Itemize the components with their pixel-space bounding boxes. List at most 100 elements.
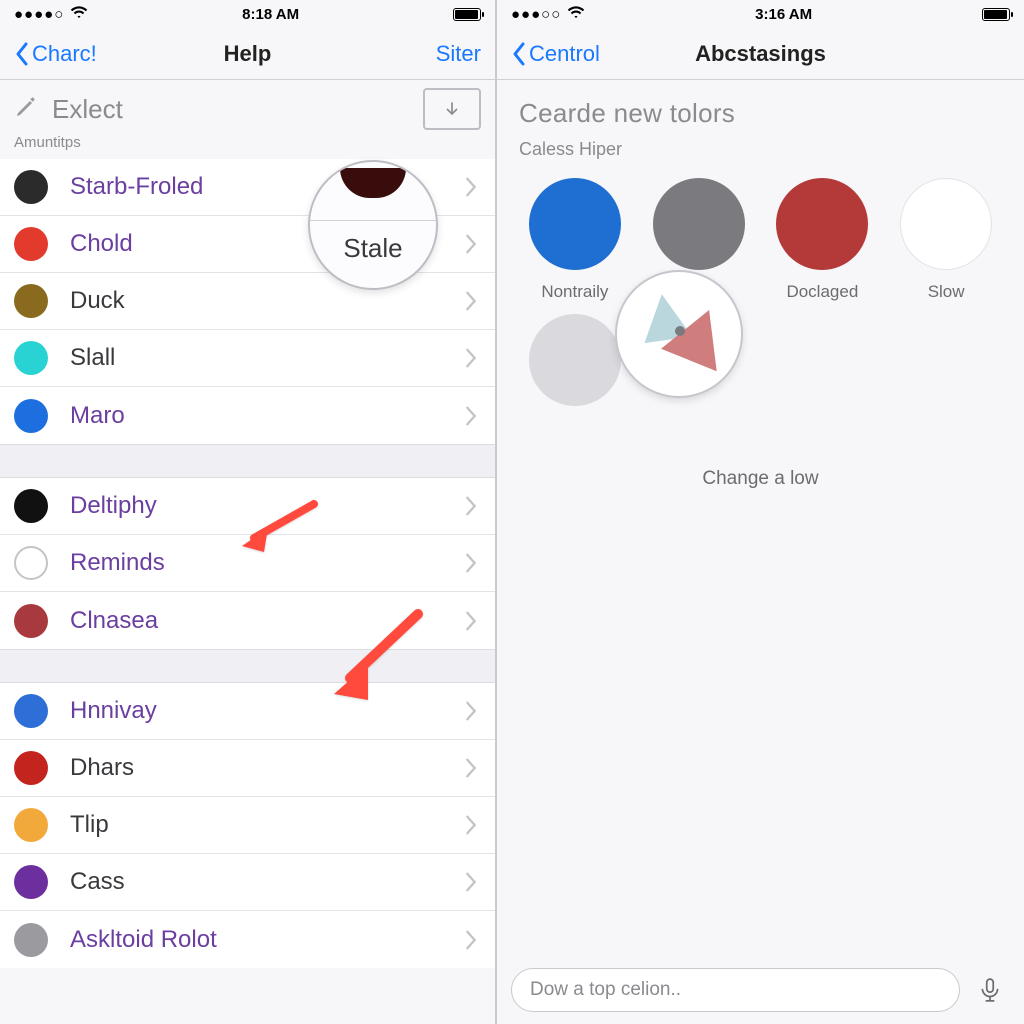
palette-item-red[interactable]: Doclaged [761,178,885,302]
color-swatch-icon [14,284,48,318]
color-swatch-icon [14,751,48,785]
left-phone: ●●●●○ 8:18 AM Charc! Help Siter Exlect [0,0,497,1024]
list-item-deltiphy[interactable]: Deltiphy [0,478,495,535]
list-item-label: Askltoid Rolot [70,926,217,954]
palette-label: Slow [928,282,965,302]
list-group-3: Hnnivay Dhars Tlip Cass Askltoid Rolot [0,683,495,968]
right-phone: ●●●○○ 3:16 AM Centrol Abcstasings Cearde… [497,0,1024,1024]
chevron-right-icon [465,290,477,312]
section-gap [0,649,495,683]
status-bar: ●●●○○ 3:16 AM [497,0,1024,28]
section-heading: Cearde new tolors [497,80,1024,135]
list-item-slall[interactable]: Slall [0,330,495,387]
list-item-label: Hnnivay [70,697,157,725]
list-item-clnasea[interactable]: Clnasea [0,592,495,649]
color-swatch-icon [14,489,48,523]
color-wheel-bubble [615,270,743,398]
signal-dots-icon: ●●●●○ [14,6,64,23]
chevron-right-icon [465,610,477,632]
status-time: 3:16 AM [755,6,812,23]
color-swatch-icon [900,178,992,270]
list-item-label: Starb-Froled [70,173,203,201]
chevron-right-icon [465,347,477,369]
list-item-label: Maro [70,402,125,430]
list-item-reminds[interactable]: Reminds [0,535,495,592]
color-swatch-icon [653,178,745,270]
pencil-icon[interactable] [14,95,38,124]
palette-label: Doclaged [786,282,858,302]
chevron-right-icon [465,814,477,836]
color-swatch-icon [14,865,48,899]
sort-button[interactable] [423,88,481,130]
status-bar: ●●●●○ 8:18 AM [0,0,495,28]
battery-icon [453,8,481,21]
mic-button[interactable] [970,970,1010,1010]
wifi-icon [567,3,585,25]
list-item-label: Deltiphy [70,492,157,520]
color-palette: Nontraily Doclaged Slow [497,170,1024,414]
list-item-label: Slall [70,344,115,372]
color-swatch-icon [14,399,48,433]
chevron-right-icon [465,700,477,722]
list-item-dhars[interactable]: Dhars [0,740,495,797]
chevron-right-icon [465,757,477,779]
text-input[interactable]: Dow a top celion.. [511,968,960,1012]
color-swatch-icon [529,314,621,406]
list-item-label: Reminds [70,549,165,577]
palette-item-blue[interactable]: Nontraily [513,178,637,302]
text-input-placeholder: Dow a top celion.. [530,979,681,1001]
section-header: Amuntitps [0,130,495,159]
list-item-hnnivay[interactable]: Hnnivay [0,683,495,740]
chevron-right-icon [465,233,477,255]
list-item-cass[interactable]: Cass [0,854,495,911]
bottom-input-bar: Dow a top celion.. [511,966,1010,1014]
list-item-label: Cass [70,868,125,896]
color-swatch-icon [14,227,48,261]
back-label: Charc! [32,41,97,67]
chevron-right-icon [465,176,477,198]
back-button[interactable]: Charc! [14,41,97,67]
section-gap [0,444,495,478]
chevron-right-icon [465,495,477,517]
list-item-maro[interactable]: Maro [0,387,495,444]
color-swatch-icon [14,694,48,728]
bubble-swatch-icon [340,168,406,198]
color-swatch-icon [14,604,48,638]
color-swatch-icon [529,178,621,270]
palette-label: Nontraily [541,282,608,302]
list-item-askltoid[interactable]: Askltoid Rolot [0,911,495,968]
back-button[interactable]: Centrol [511,41,600,67]
color-swatch-icon [14,546,48,580]
list-item-label: Tlip [70,811,109,839]
chevron-right-icon [465,405,477,427]
section-caption: Caless Hiper [497,135,1024,170]
color-swatch-icon [14,923,48,957]
magnifier-bubble: Stale [308,160,438,290]
back-label: Centrol [529,41,600,67]
chevron-right-icon [465,552,477,574]
list-item-tlip[interactable]: Tlip [0,797,495,854]
list-item-label: Chold [70,230,133,258]
list-group-2: Deltiphy Reminds Clnasea [0,478,495,649]
nav-action[interactable]: Siter [436,41,481,67]
battery-icon [982,8,1010,21]
header-label: Exlect [52,94,123,125]
signal-dots-icon: ●●●○○ [511,6,561,23]
list-item-duck[interactable]: Duck [0,273,495,330]
color-swatch-icon [14,170,48,204]
list-item-label: Duck [70,287,125,315]
palette-item-white[interactable]: Slow [884,178,1008,302]
chevron-right-icon [465,929,477,951]
chevron-right-icon [465,871,477,893]
header-row: Exlect [0,80,495,130]
bubble-label: Stale [343,233,402,264]
center-note: Change a low [497,468,1024,490]
status-time: 8:18 AM [242,6,299,23]
nav-bar: Centrol Abcstasings [497,28,1024,80]
wifi-icon [70,3,88,25]
color-swatch-icon [14,341,48,375]
list-item-label: Dhars [70,754,134,782]
color-swatch-icon [14,808,48,842]
list-item-label: Clnasea [70,607,158,635]
color-swatch-icon [776,178,868,270]
